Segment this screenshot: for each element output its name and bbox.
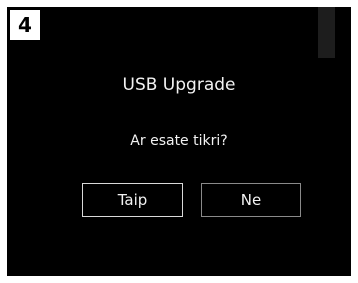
tv-screen: 4 USB Upgrade Ar esate tikri? Taip Ne [7,7,351,276]
no-button[interactable]: Ne [201,183,301,217]
dialog-title: USB Upgrade [122,75,236,95]
dialog-message: Ar esate tikri? [130,133,228,149]
yes-button[interactable]: Taip [82,183,183,217]
step-number-badge: 4 [10,10,40,40]
scrollbar[interactable] [318,7,335,58]
